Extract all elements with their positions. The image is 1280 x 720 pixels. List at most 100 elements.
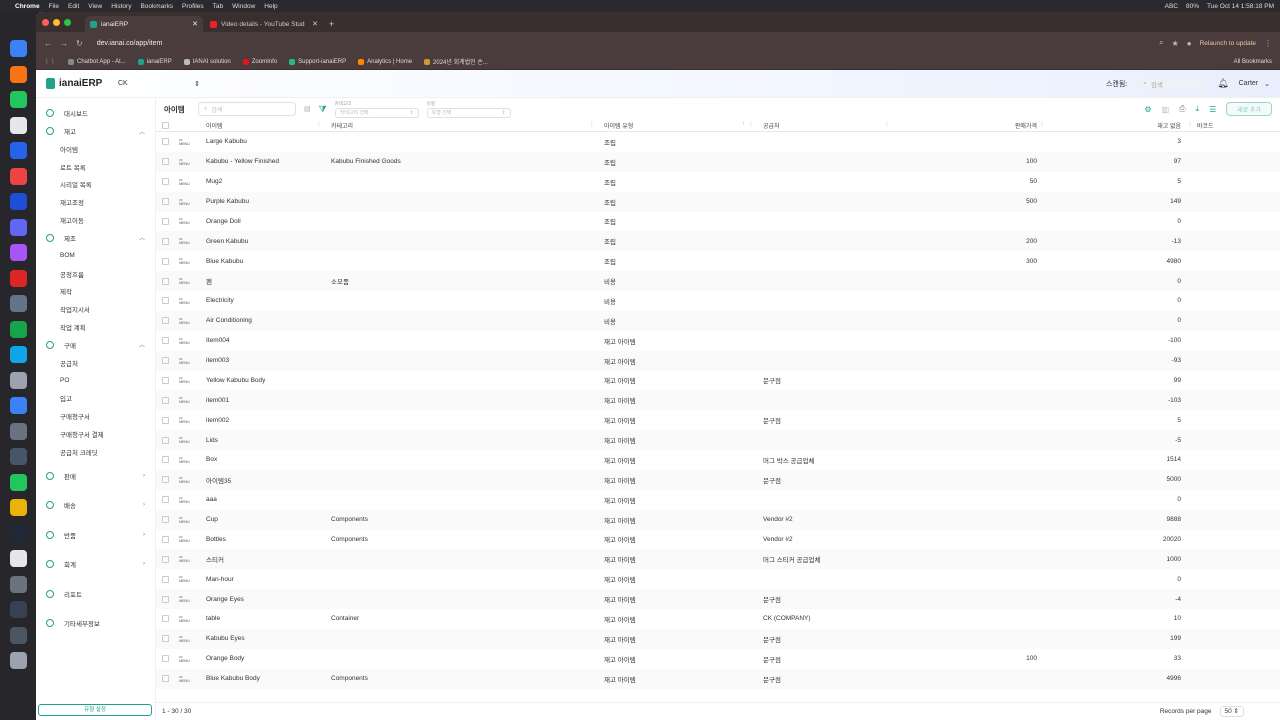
dock-app-icon[interactable] — [10, 575, 27, 593]
row-checkbox[interactable] — [162, 297, 169, 305]
row-checkbox[interactable] — [162, 376, 169, 384]
row-checkbox[interactable] — [162, 635, 169, 643]
dock-app-icon[interactable] — [10, 550, 27, 567]
settings-icon[interactable]: ⚙ — [1144, 105, 1151, 114]
table-row[interactable]: ••• MENU Orange Body 재고 아이템 문구점 100 33 — [156, 649, 1280, 669]
table-row[interactable]: ••• MENU Cup Components 재고 아이템 Vendor #2 9888 — [156, 509, 1280, 530]
browser-menu-icon[interactable]: ⋮ — [1264, 39, 1272, 48]
dock-app-icon[interactable] — [10, 40, 27, 57]
table-row[interactable]: ••• MENU Orange Doll 조립 0 — [156, 212, 1280, 232]
sidebar-group-6[interactable]: 회계 › — [36, 549, 155, 579]
item-search-input[interactable]: ⌕ 검색 — [198, 102, 296, 116]
row-menu-icon[interactable]: ••• MENU — [179, 296, 190, 305]
user-menu[interactable]: Carter ⌄ — [1239, 80, 1270, 88]
sidebar-item[interactable]: 재고이동 — [36, 211, 155, 229]
row-menu-icon[interactable]: ••• MENU — [179, 396, 190, 404]
bookmark-item[interactable]: ianaiERP — [137, 58, 172, 65]
dock-app-icon[interactable] — [10, 167, 27, 185]
table-row[interactable]: ••• MENU Large Kabubu 조립 3 — [156, 132, 1280, 152]
row-menu-icon[interactable]: ••• MENU — [179, 436, 190, 444]
row-menu-icon[interactable]: ••• MENU — [179, 237, 190, 245]
dock-app-icon[interactable] — [10, 397, 27, 414]
category-filter[interactable]: 카테고리 카테고리 선택 ⇕ — [334, 101, 419, 118]
sidebar-group-3[interactable]: 판매 › — [36, 461, 155, 491]
download-icon[interactable]: ⤓ — [1196, 104, 1200, 114]
header-search-input[interactable]: ⌕ 검색 — [1137, 76, 1208, 91]
reload-icon[interactable]: ↻ — [76, 39, 83, 48]
table-row[interactable]: ••• MENU aaa 재고 아이템 0 — [156, 490, 1280, 510]
filter-icon[interactable]: ⧩ — [319, 104, 327, 115]
row-menu-icon[interactable]: ••• MENU — [179, 257, 190, 265]
row-menu-icon[interactable]: ••• MENU — [179, 495, 190, 504]
bell-icon[interactable]: 🔔︎ — [1217, 78, 1228, 89]
sidebar-group-1[interactable]: 제조 ︿ — [36, 229, 155, 247]
sidebar-item[interactable]: 아이템 — [36, 140, 155, 158]
zoom-window-button[interactable] — [64, 18, 71, 26]
row-menu-icon[interactable]: ••• MENU — [179, 475, 190, 484]
dock-app-icon[interactable] — [10, 626, 27, 644]
bookmark-item[interactable]: ZoomInfo — [242, 58, 277, 65]
profile-icon[interactable]: ● — [1187, 39, 1192, 48]
menubar-item[interactable]: File — [49, 3, 59, 10]
menubar-item[interactable]: Help — [264, 3, 277, 10]
bookmark-item[interactable]: 2024년 회계법인 손... — [424, 57, 488, 66]
menubar-item[interactable]: Profiles — [182, 3, 204, 10]
row-checkbox[interactable] — [162, 436, 169, 444]
row-menu-icon[interactable]: ••• MENU — [179, 137, 190, 146]
sidebar-item[interactable]: 입고 — [36, 390, 155, 408]
dock-app-icon[interactable] — [10, 218, 27, 236]
close-tab-icon[interactable]: ✕ — [312, 20, 318, 28]
row-menu-icon[interactable]: ••• MENU — [179, 555, 190, 563]
table-row[interactable]: ••• MENU Orange Eyes 재고 아이템 문구점 -4 — [156, 589, 1280, 609]
row-menu-icon[interactable]: ••• MENU — [179, 197, 190, 206]
row-checkbox[interactable] — [162, 535, 169, 543]
row-checkbox[interactable] — [162, 217, 169, 225]
type-filter[interactable]: 유형 유형 선택 ⇕ — [426, 101, 511, 118]
sidebar-item[interactable]: 제작 — [36, 283, 155, 301]
menubar-item[interactable]: Window — [232, 3, 255, 10]
row-menu-icon[interactable]: ••• MENU — [179, 356, 190, 365]
table-row[interactable]: ••• MENU 스티커 재고 아이템 머그 스티커 공급업체 1000 — [156, 549, 1280, 570]
row-checkbox[interactable] — [162, 357, 169, 365]
sidebar-item[interactable]: PO — [36, 372, 155, 390]
row-menu-icon[interactable]: ••• MENU — [179, 376, 190, 384]
table-row[interactable]: ••• MENU item002 재고 아이템 문구점 5 — [156, 410, 1280, 430]
select-all-checkbox[interactable] — [162, 122, 169, 129]
row-menu-icon[interactable]: ••• MENU — [179, 217, 190, 225]
menubar-item[interactable]: History — [111, 3, 131, 10]
dock-app-icon[interactable] — [10, 524, 27, 542]
row-checkbox[interactable] — [162, 615, 169, 623]
sidebar-item[interactable]: 공정흐름 — [36, 265, 155, 283]
row-checkbox[interactable] — [162, 416, 169, 424]
barcode-scan-icon[interactable]: ▤ — [304, 105, 311, 113]
table-row[interactable]: ••• MENU Purple Kabubu 조립 500 149 — [156, 191, 1280, 212]
row-checkbox[interactable] — [162, 575, 169, 583]
row-checkbox[interactable] — [162, 595, 169, 603]
new-tab-button[interactable]: + — [325, 16, 338, 32]
row-menu-icon[interactable]: ••• MENU — [179, 575, 190, 583]
sidebar-group-4[interactable]: 배송 › — [36, 490, 155, 520]
table-row[interactable]: ••• MENU Air Conditioning 비용 0 — [156, 310, 1280, 331]
dock-app-icon[interactable] — [10, 473, 27, 491]
sidebar-group-0[interactable]: 재고 ︿ — [36, 122, 155, 140]
row-checkbox[interactable] — [162, 396, 169, 404]
sidebar-item[interactable]: 재고조정 — [36, 193, 155, 211]
dock-app-icon[interactable] — [10, 448, 27, 465]
sidebar-item[interactable]: 공급처 — [36, 354, 155, 372]
row-checkbox[interactable] — [162, 456, 169, 464]
close-tab-icon[interactable]: ✕ — [192, 20, 198, 28]
row-menu-icon[interactable]: ••• MENU — [179, 416, 190, 424]
bookmark-item[interactable]: Chatbot App - AI... — [68, 58, 126, 65]
table-row[interactable]: ••• MENU Item004 재고 아이템 -100 — [156, 331, 1280, 351]
company-select[interactable]: CK ⇕ — [114, 77, 204, 91]
table-row[interactable]: ••• MENU Box 재고 아이템 머그 박스 공급업체 1514 — [156, 450, 1280, 470]
menubar-clock[interactable]: Tue Oct 14 1:58:18 PM — [1207, 3, 1274, 10]
table-row[interactable]: ••• MENU 아이템35 재고 아이템 문구점 5000 — [156, 469, 1280, 490]
type-settings-button[interactable]: 유형 설정 — [38, 704, 152, 716]
dock-app-icon[interactable] — [10, 601, 27, 618]
table-row[interactable]: ••• MENU Bottles Components 재고 아이템 Vendor #2 2… — [156, 530, 1280, 550]
row-menu-icon[interactable]: ••• MENU — [179, 654, 190, 663]
menubar-item[interactable]: Edit — [68, 3, 79, 10]
column-header-vendor[interactable]: 공급처 ⋮ — [757, 121, 893, 130]
dock-app-icon[interactable] — [10, 116, 27, 134]
